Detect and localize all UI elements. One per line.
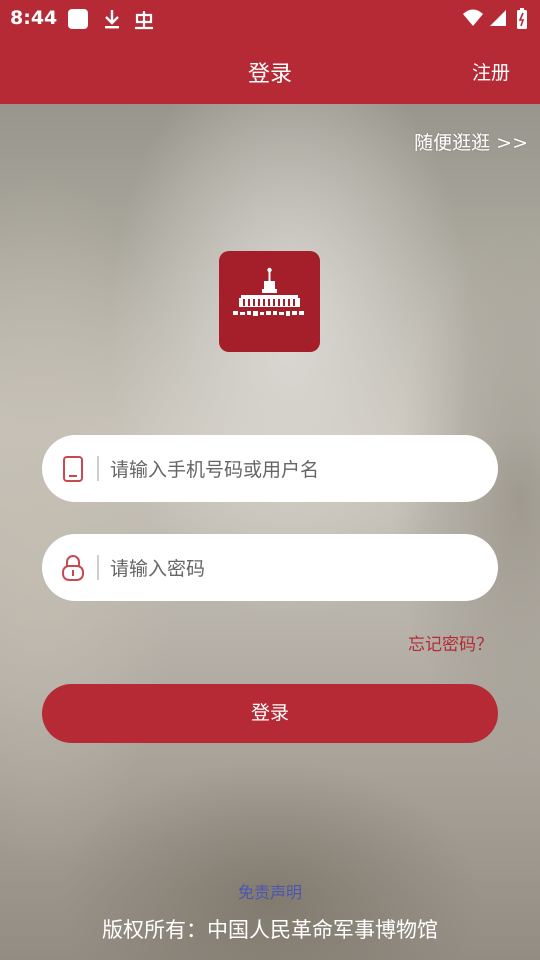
- browse-as-guest-link[interactable]: 随便逛逛 >>: [414, 128, 528, 155]
- museum-logo-icon: [233, 267, 304, 316]
- lock-icon: [60, 554, 86, 582]
- download-icon: [102, 8, 122, 35]
- battery-icon: [516, 8, 528, 35]
- signal-icon: [489, 8, 507, 33]
- field-separator: [97, 555, 99, 580]
- phone-icon: [60, 455, 86, 483]
- register-link[interactable]: 注册: [472, 58, 510, 85]
- bug-icon: [132, 8, 156, 35]
- login-button[interactable]: 登录: [42, 684, 498, 743]
- username-input[interactable]: [108, 447, 482, 492]
- disclaimer-link[interactable]: 免责声明: [0, 879, 540, 903]
- museum-logo: [219, 251, 320, 352]
- app-header: 登录 注册: [0, 36, 540, 104]
- password-input[interactable]: [108, 546, 482, 591]
- page-title: 登录: [247, 62, 292, 87]
- field-separator: [97, 456, 99, 481]
- forgot-password-link[interactable]: 忘记密码？: [408, 630, 493, 655]
- copyright-text: 版权所有：中国人民革命军事博物馆: [102, 918, 438, 942]
- wifi-icon: [462, 8, 484, 33]
- username-field: [42, 435, 498, 502]
- status-time: 8:44: [10, 7, 58, 29]
- status-bar: 8:44: [0, 0, 540, 36]
- password-field: [42, 534, 498, 601]
- square-app-icon: [67, 8, 89, 35]
